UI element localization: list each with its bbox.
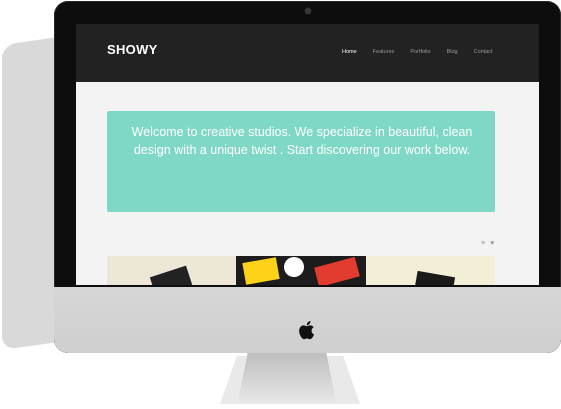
portfolio-tile-2[interactable]: [236, 256, 366, 285]
heart-icon[interactable]: ♥: [490, 240, 494, 247]
portfolio-tile-1[interactable]: [107, 256, 237, 285]
portfolio-tiles: [107, 256, 495, 285]
list-icon[interactable]: ≡: [481, 240, 485, 247]
nav-features[interactable]: Features: [373, 49, 395, 55]
camera-dot: [305, 8, 311, 14]
nav-contact[interactable]: Contact: [474, 49, 493, 55]
brand-logo[interactable]: SHOWY: [107, 42, 158, 57]
nav-portfolio[interactable]: Portfolio: [410, 49, 430, 55]
hero-banner: Welcome to creative studios. We speciali…: [107, 111, 495, 212]
view-tools: ≡ ♥: [481, 240, 494, 247]
nav-home[interactable]: Home: [342, 49, 357, 55]
nav-blog[interactable]: Blog: [447, 49, 458, 55]
apple-logo-icon: [299, 321, 314, 340]
screen: SHOWY Home Features Portfolio Blog Conta…: [76, 24, 539, 285]
top-nav: SHOWY Home Features Portfolio Blog Conta…: [76, 24, 539, 82]
monitor-stand: [238, 352, 336, 402]
hero-text: Welcome to creative studios. We speciali…: [131, 125, 473, 157]
nav-menu: Home Features Portfolio Blog Contact: [342, 49, 509, 55]
portfolio-tile-3[interactable]: [365, 256, 495, 285]
